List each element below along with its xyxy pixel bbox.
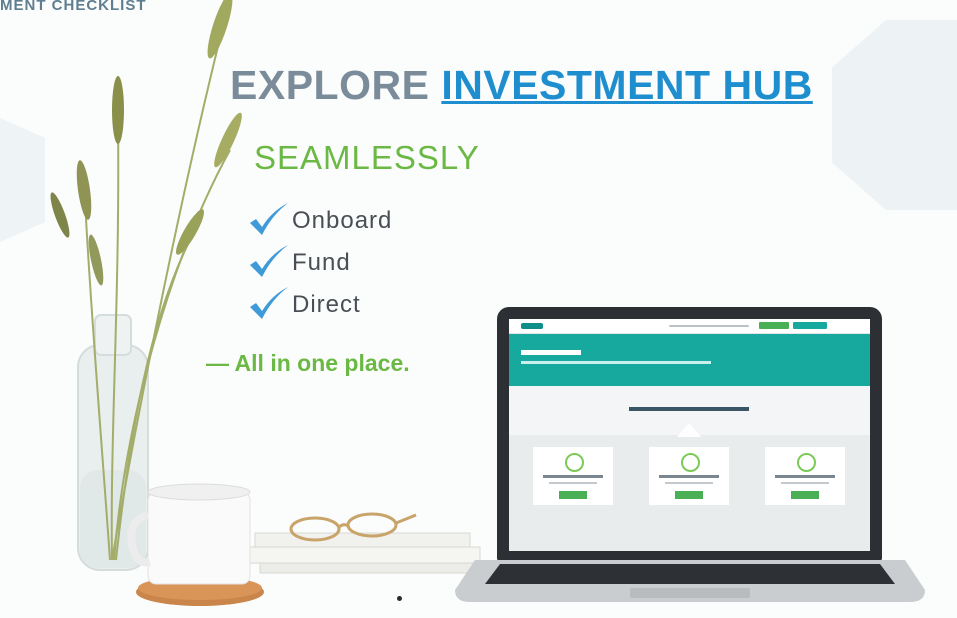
feature-checklist: Onboard Fund Direct (246, 200, 392, 326)
checklist-label: Fund (292, 249, 351, 276)
check-icon (250, 203, 288, 235)
tagline: — All in one place. (206, 350, 410, 376)
list-item: Direct (246, 284, 392, 326)
coffee-mug-illustration (127, 483, 264, 606)
page-title: EXPLORE INVESTMENT HUB (230, 62, 813, 109)
laptop-keyboard-base (455, 560, 925, 602)
promo-banner: MENT CHECKLIST EXPLORE INVESTMENT HUB SE… (0, 0, 957, 618)
checklist-label: Onboard (292, 207, 393, 234)
background-hexagon-right (832, 20, 957, 210)
investment-hub-screen-preview (509, 319, 870, 551)
investment-hub-link[interactable]: INVESTMENT HUB (441, 62, 812, 108)
glasses-illustration (289, 512, 417, 542)
check-icon (250, 245, 288, 277)
check-icon (250, 287, 288, 319)
headline-prefix: EXPLORE (230, 62, 430, 108)
decorative-dot (397, 596, 402, 601)
laptop-illustration (455, 305, 925, 605)
subheading: SEAMLESSLY (254, 139, 480, 176)
list-item: Onboard (246, 200, 392, 242)
list-item: Fund (246, 242, 392, 284)
checklist-label: Direct (292, 291, 361, 318)
